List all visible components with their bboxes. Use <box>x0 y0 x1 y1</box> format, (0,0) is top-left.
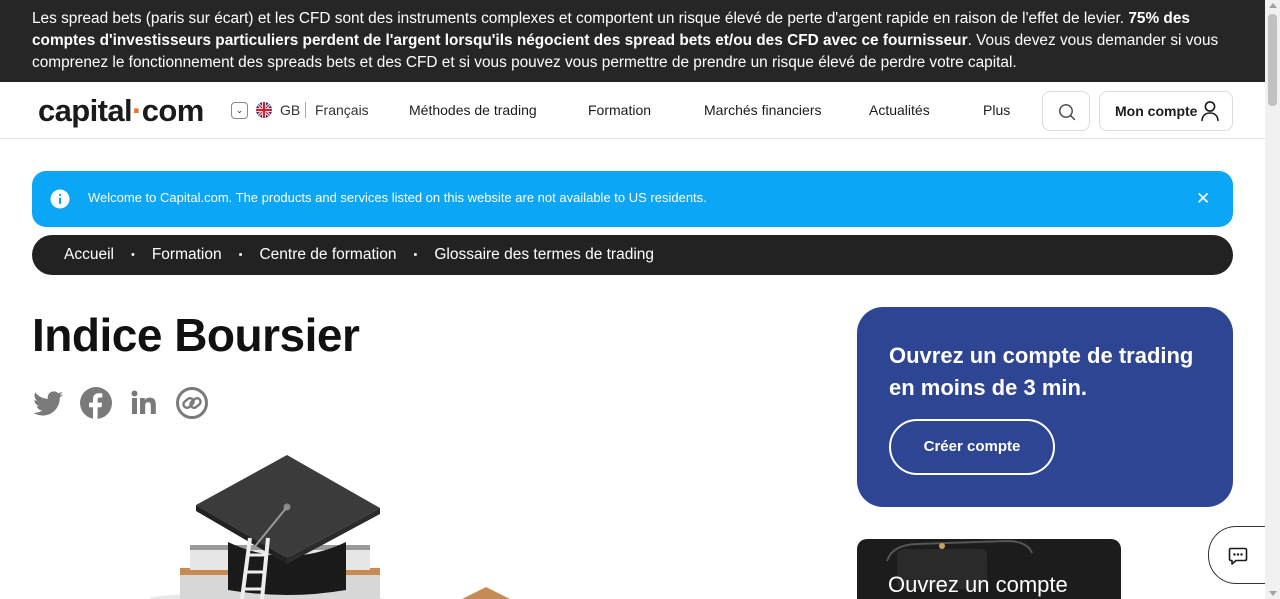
nav-trading-methods[interactable]: Méthodes de trading <box>409 102 537 118</box>
info-icon <box>50 189 70 209</box>
search-icon <box>1059 104 1076 121</box>
cta-title: Ouvrez un compte de trading en moins de … <box>889 343 1194 400</box>
copy-link-icon[interactable] <box>175 386 209 420</box>
scroll-down-icon[interactable] <box>1269 591 1277 596</box>
country-code[interactable]: GB <box>280 102 300 118</box>
linkedin-icon[interactable] <box>127 386 161 420</box>
open-account-card: Ouvrez un compte de trading en moins de … <box>857 307 1233 507</box>
us-residents-notice: Welcome to Capital.com. The products and… <box>32 171 1233 227</box>
breadcrumb-glossary[interactable]: Glossaire des termes de trading <box>434 246 654 264</box>
my-account-button[interactable]: Mon compte <box>1099 91 1233 131</box>
graduation-cap-illustration <box>150 455 510 599</box>
my-account-label: Mon compte <box>1115 103 1198 119</box>
breadcrumb-separator: • <box>413 249 418 261</box>
close-icon[interactable]: ✕ <box>1196 190 1210 207</box>
user-icon <box>1201 101 1219 122</box>
promo-app-card[interactable]: Ouvrez un compte <box>857 539 1121 599</box>
capital-com-logo[interactable]: capital·com <box>38 93 204 129</box>
promo-text: Ouvrez un compte <box>888 572 1068 597</box>
chat-icon <box>1228 547 1248 565</box>
risk-warning-text: Les spread bets (paris sur écart) et les… <box>32 10 1129 27</box>
notice-message: Welcome to Capital.com. The products and… <box>88 190 707 205</box>
nav-formation[interactable]: Formation <box>588 102 651 118</box>
chevron-down-icon[interactable]: ⌄ <box>231 102 248 119</box>
language-selector[interactable]: Français <box>315 102 369 118</box>
language-divider <box>305 102 306 118</box>
page-scrollbar[interactable] <box>1265 0 1280 599</box>
uk-flag-icon[interactable] <box>256 102 272 118</box>
page-title: Indice Boursier <box>32 309 360 361</box>
scroll-up-icon[interactable] <box>1269 3 1277 8</box>
nav-news[interactable]: Actualités <box>869 102 930 118</box>
nav-financial-markets[interactable]: Marchés financiers <box>704 102 822 118</box>
breadcrumb-separator: • <box>238 249 243 261</box>
nav-more[interactable]: Plus <box>983 102 1010 118</box>
create-account-button[interactable]: Créer compte <box>889 419 1055 475</box>
logo-dot: · <box>132 93 142 128</box>
main-navbar: capital·com ⌄ GB Français Méthodes de tr… <box>0 82 1265 139</box>
search-button[interactable] <box>1042 91 1090 131</box>
breadcrumb-training-center[interactable]: Centre de formation <box>259 246 396 264</box>
breadcrumb-separator: • <box>130 249 135 261</box>
logo-text-capital: capital <box>38 93 133 128</box>
twitter-icon[interactable] <box>31 386 65 420</box>
logo-text-com: com <box>141 93 205 128</box>
breadcrumb-formation[interactable]: Formation <box>152 246 222 264</box>
breadcrumb: Accueil • Formation • Centre de formatio… <box>32 235 1233 275</box>
risk-warning-banner: Les spread bets (paris sur écart) et les… <box>0 0 1265 82</box>
scrollbar-thumb[interactable] <box>1268 14 1277 106</box>
breadcrumb-home[interactable]: Accueil <box>64 246 114 264</box>
facebook-icon[interactable] <box>79 386 113 420</box>
chat-support-button[interactable] <box>1208 526 1266 584</box>
